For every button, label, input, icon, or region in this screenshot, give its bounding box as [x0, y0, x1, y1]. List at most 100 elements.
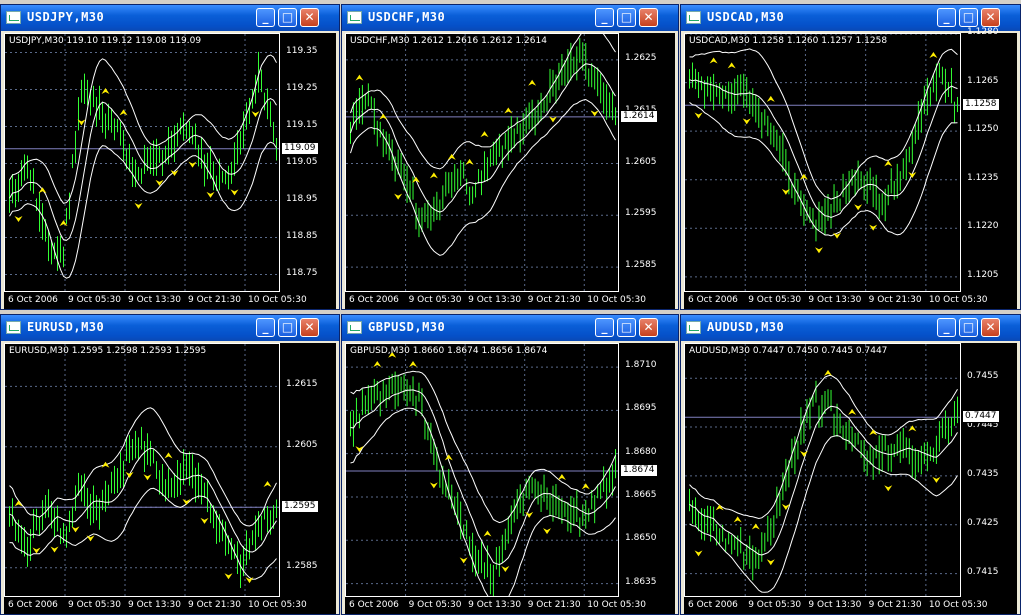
- minimize-button[interactable]: _: [937, 8, 956, 27]
- fractal-down-arrow: [429, 482, 438, 489]
- fractal-up-arrow: [581, 483, 590, 490]
- minimize-button[interactable]: _: [595, 8, 614, 27]
- y-tick-label: 1.8680: [625, 446, 657, 457]
- fractal-up-arrow: [709, 57, 718, 64]
- title-bar[interactable]: USDJPY,M30 _ □ ✕: [1, 5, 339, 31]
- chart-window-usdchf[interactable]: USDCHF,M30 _ □ ✕ USDCHF,M30 1.2612 1.2616 1.…: [341, 4, 679, 310]
- minimize-button[interactable]: _: [937, 318, 956, 337]
- close-button[interactable]: ✕: [981, 318, 1000, 337]
- close-button[interactable]: ✕: [300, 8, 319, 27]
- x-tick-label: 9 Oct 05:30: [68, 600, 121, 610]
- fractal-up-arrow: [480, 131, 489, 138]
- y-tick-label: 118.95: [286, 193, 318, 204]
- fractal-up-arrow: [766, 95, 775, 102]
- fractal-down-arrow: [814, 247, 823, 254]
- window-title: USDCAD,M30: [707, 10, 785, 24]
- title-bar[interactable]: EURUSD,M30 _ □ ✕: [1, 315, 339, 341]
- x-tick-label: 6 Oct 2006: [8, 295, 58, 305]
- y-tick-label: 1.8695: [625, 403, 657, 414]
- chart-area[interactable]: USDJPY,M30 119.10 119.12 119.08 119.09 11…: [4, 33, 336, 309]
- chart-window-eurusd[interactable]: EURUSD,M30 _ □ ✕ EURUSD,M30 1.2595 1.2598 1.…: [0, 314, 340, 615]
- y-tick-label: 1.2585: [286, 560, 318, 571]
- price-chart-svg: [685, 34, 960, 291]
- chart-window-icon[interactable]: [6, 11, 21, 24]
- x-tick-label: 9 Oct 21:30: [188, 600, 241, 610]
- x-tick-label: 9 Oct 13:30: [468, 295, 522, 305]
- fractal-down-arrow: [501, 565, 510, 572]
- symbol-info-label: AUDUSD,M30 0.7447 0.7450 0.7445 0.7447: [689, 346, 888, 356]
- close-button[interactable]: ✕: [981, 8, 1000, 27]
- fractal-down-arrow: [742, 118, 751, 125]
- chart-area[interactable]: GBPUSD,M30 1.8660 1.8674 1.8656 1.8674 1.…: [345, 343, 675, 614]
- price-plot[interactable]: EURUSD,M30 1.2595 1.2598 1.2593 1.2595: [4, 343, 280, 597]
- minimize-button[interactable]: _: [256, 8, 275, 27]
- fractal-down-arrow: [155, 179, 164, 186]
- fractal-up-arrow: [373, 361, 382, 368]
- price-plot[interactable]: USDJPY,M30 119.10 119.12 119.08 119.09: [4, 33, 280, 292]
- title-bar[interactable]: USDCHF,M30 _ □ ✕: [342, 5, 678, 31]
- band-middle: [9, 447, 277, 553]
- title-bar[interactable]: GBPUSD,M30 _ □ ✕: [342, 315, 678, 341]
- chart-window-icon[interactable]: [686, 11, 701, 24]
- x-tick-label: 9 Oct 05:30: [748, 600, 802, 610]
- fractal-down-arrow: [86, 535, 95, 542]
- x-tick-label: 6 Oct 2006: [8, 600, 58, 610]
- fractal-down-arrow: [14, 216, 23, 223]
- x-tick-label: 9 Oct 05:30: [748, 295, 802, 305]
- price-chart-svg: [685, 344, 960, 596]
- window-title: USDJPY,M30: [27, 10, 105, 24]
- fractal-down-arrow: [869, 224, 878, 231]
- close-button[interactable]: ✕: [639, 8, 658, 27]
- fractal-up-arrow: [429, 172, 438, 179]
- maximize-button[interactable]: □: [617, 318, 636, 337]
- fractal-down-arrow: [932, 476, 941, 483]
- price-plot[interactable]: USDCAD,M30 1.1258 1.1260 1.1257 1.1258: [684, 33, 961, 292]
- close-button[interactable]: ✕: [300, 318, 319, 337]
- y-tick-label: 1.2585: [625, 260, 657, 271]
- y-tick-label: 1.1280: [967, 27, 999, 37]
- maximize-button[interactable]: □: [278, 8, 297, 27]
- symbol-info-label: EURUSD,M30 1.2595 1.2598 1.2593 1.2595: [9, 346, 207, 356]
- x-tick-label: 10 Oct 05:30: [928, 295, 988, 305]
- fractal-down-arrow: [143, 474, 152, 481]
- price-plot[interactable]: AUDUSD,M30 0.7447 0.7450 0.7445 0.7447: [684, 343, 961, 597]
- chart-window-usdcad[interactable]: USDCAD,M30 _ □ ✕ USDCAD,M30 1.1258 1.1260 1.…: [680, 4, 1021, 310]
- minimize-button[interactable]: _: [595, 318, 614, 337]
- symbol-info-label: USDJPY,M30 119.10 119.12 119.08 119.09: [9, 36, 202, 46]
- chart-window-icon[interactable]: [347, 11, 362, 24]
- price-plot[interactable]: GBPUSD,M30 1.8660 1.8674 1.8656 1.8674: [345, 343, 619, 597]
- y-tick-label: 119.25: [286, 82, 318, 93]
- fractal-up-arrow: [447, 153, 456, 160]
- minimize-button[interactable]: _: [256, 318, 275, 337]
- fractal-down-arrow: [394, 193, 403, 200]
- fractal-down-arrow: [125, 471, 134, 478]
- chart-window-audusd[interactable]: AUDUSD,M30 _ □ ✕ AUDUSD,M30 0.7447 0.7450 0.…: [680, 314, 1021, 615]
- current-price-box: 1.1258: [962, 98, 1000, 112]
- fractal-up-arrow: [908, 425, 917, 432]
- chart-area[interactable]: EURUSD,M30 1.2595 1.2598 1.2593 1.2595 1.…: [4, 343, 336, 614]
- fractal-up-arrow: [727, 62, 736, 69]
- chart-area[interactable]: USDCAD,M30 1.1258 1.1260 1.1257 1.1258 1.…: [684, 27, 1017, 309]
- maximize-button[interactable]: □: [617, 8, 636, 27]
- chart-window-icon[interactable]: [6, 321, 21, 334]
- chart-window-usdjpy[interactable]: USDJPY,M30 _ □ ✕ USDJPY,M30 119.10 119.12 11…: [0, 4, 340, 310]
- chart-window-gbpusd[interactable]: GBPUSD,M30 _ □ ✕ GBPUSD,M30 1.8660 1.8674 1.…: [341, 314, 679, 615]
- chart-area[interactable]: AUDUSD,M30 0.7447 0.7450 0.7445 0.7447 0.…: [684, 343, 1017, 614]
- y-tick-label: 119.35: [286, 45, 318, 56]
- y-tick-label: 118.75: [286, 267, 318, 278]
- chart-window-icon[interactable]: [686, 321, 701, 334]
- symbol-info-label: USDCHF,M30 1.2612 1.2616 1.2612 1.2614: [350, 36, 547, 46]
- fractal-down-arrow: [188, 161, 197, 168]
- price-plot[interactable]: USDCHF,M30 1.2612 1.2616 1.2612 1.2614: [345, 33, 619, 292]
- maximize-button[interactable]: □: [959, 8, 978, 27]
- fractal-up-arrow: [101, 87, 110, 94]
- maximize-button[interactable]: □: [278, 318, 297, 337]
- window-title: AUDUSD,M30: [707, 320, 785, 334]
- maximize-button[interactable]: □: [959, 318, 978, 337]
- title-bar[interactable]: AUDUSD,M30 _ □ ✕: [681, 315, 1020, 341]
- close-button[interactable]: ✕: [639, 318, 658, 337]
- fractals: [14, 452, 272, 584]
- chart-window-icon[interactable]: [347, 321, 362, 334]
- chart-area[interactable]: USDCHF,M30 1.2612 1.2616 1.2612 1.2614 1.…: [345, 33, 675, 309]
- price-chart-svg: [5, 34, 279, 291]
